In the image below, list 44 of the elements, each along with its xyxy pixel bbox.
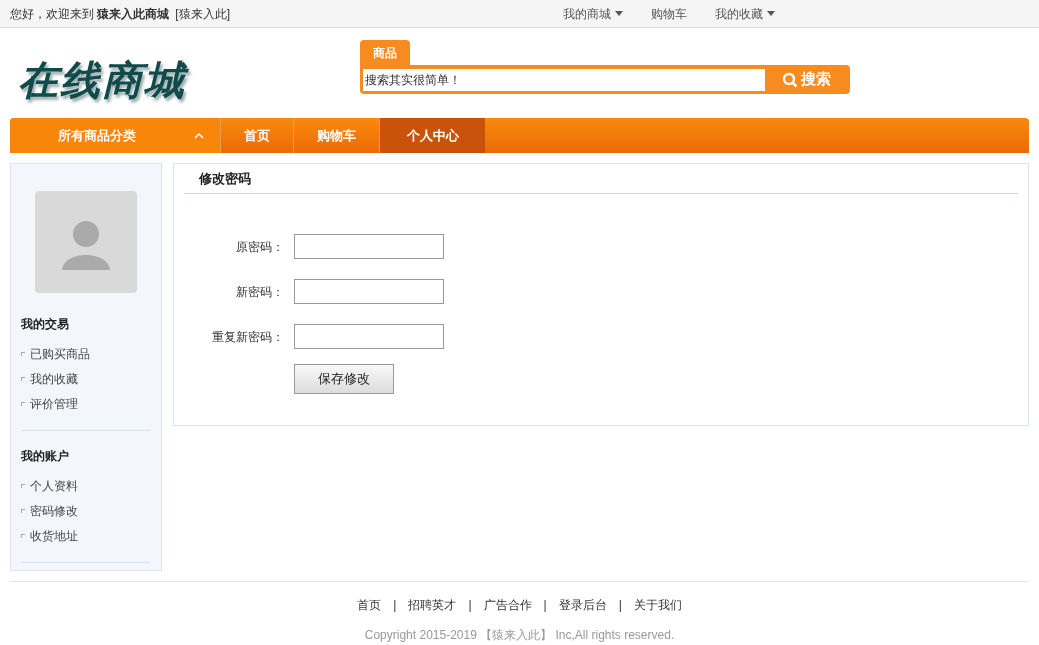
sidebar-heading: 我的账户	[21, 448, 70, 465]
sidebar-link[interactable]: 收货地址	[30, 526, 78, 545]
sidebar-link[interactable]: 我的收藏	[30, 369, 78, 388]
field-label: 原密码：	[235, 238, 284, 256]
sidebar-link[interactable]: 评价管理	[30, 394, 78, 413]
top-link[interactable]: 我的商城	[563, 4, 623, 23]
top-link[interactable]: 购物车	[651, 4, 687, 23]
logo[interactable]: 在线商城	[18, 50, 360, 110]
search-field[interactable]: 搜索其实很简单！	[363, 68, 765, 91]
footer-link[interactable]: 广告合作	[483, 596, 532, 614]
sidebar-link[interactable]: 密码修改	[30, 501, 78, 520]
bullet-icon	[21, 533, 25, 538]
welcome-text: 您好，欢迎来到 猿来入此商城	[10, 5, 170, 23]
separator: |	[618, 597, 622, 614]
sidebar-heading: 我的交易	[21, 316, 70, 333]
bullet-icon	[21, 401, 25, 406]
bullet-icon	[21, 483, 25, 488]
chevron-up-icon	[194, 132, 204, 139]
caret-down-icon	[615, 11, 623, 16]
footer-link[interactable]: 首页	[357, 596, 382, 614]
footer-link[interactable]: 登录后台	[558, 596, 607, 614]
bullet-icon	[21, 508, 25, 513]
login-link[interactable]: [猿来入此]	[175, 4, 230, 23]
password-field[interactable]	[294, 324, 444, 349]
search-icon	[781, 71, 798, 88]
field-label: 重复新密码：	[211, 328, 284, 346]
password-field[interactable]	[294, 279, 444, 304]
nav-tab[interactable]: 个人中心	[379, 118, 485, 153]
separator: |	[543, 597, 547, 614]
save-button[interactable]: 保存修改	[294, 364, 394, 394]
sidebar-link[interactable]: 个人资料	[30, 476, 78, 495]
field-label: 新密码：	[235, 283, 284, 301]
copyright-text: Copyright 2015-2019 【猿来入此】 Inc,All rights reserved.	[364, 627, 675, 644]
panel-title: 修改密码	[184, 164, 1018, 194]
separator: |	[393, 597, 397, 614]
footer-link[interactable]: 招聘英才	[408, 596, 457, 614]
top-link[interactable]: 我的收藏	[715, 4, 775, 23]
separator: |	[468, 597, 472, 614]
footer-link[interactable]: 关于我们	[633, 596, 682, 614]
caret-down-icon	[767, 11, 775, 16]
sidebar-link[interactable]: 已购买商品	[30, 344, 90, 363]
bullet-icon	[21, 376, 25, 381]
password-field[interactable]	[294, 234, 444, 259]
bullet-icon	[21, 351, 25, 356]
